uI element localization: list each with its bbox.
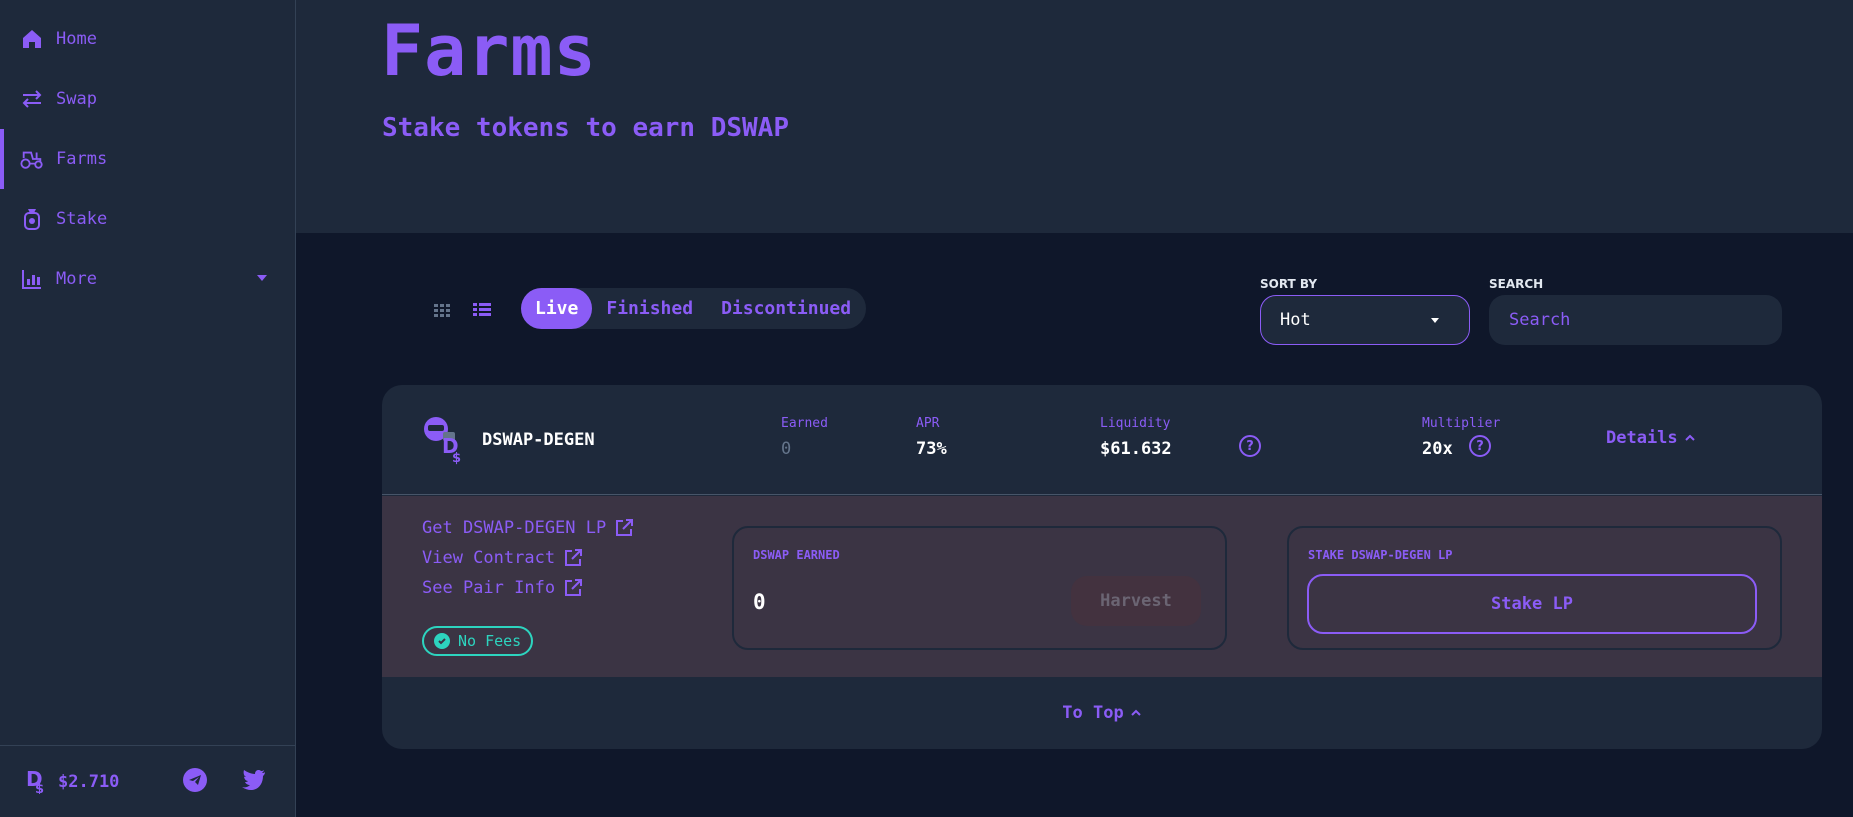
earned-value: 0 <box>781 439 792 459</box>
farm-token-icon: D $ <box>422 415 472 469</box>
twitter-icon[interactable] <box>242 768 266 792</box>
earned-panel-value: 0 <box>753 590 766 614</box>
sidebar-footer: D $ $2.710 <box>0 745 295 817</box>
home-icon <box>20 27 44 51</box>
stake-lp-button[interactable]: Stake LP <box>1307 574 1757 634</box>
details-label: Details <box>1606 428 1678 448</box>
token-price: $2.710 <box>58 771 120 792</box>
to-top-label: To Top <box>1062 703 1124 723</box>
view-contract-link[interactable]: View Contract <box>422 548 583 568</box>
farm-details-panel: Get DSWAP-DEGEN LP View Contract See Pai… <box>382 496 1822 677</box>
dswap-logo-icon: D $ <box>26 766 48 798</box>
swap-icon <box>20 87 44 111</box>
multiplier-value: 20x <box>1422 439 1453 459</box>
chevron-down-icon <box>1431 318 1439 323</box>
details-toggle[interactable]: Details <box>1606 428 1696 448</box>
farm-card: D $ DSWAP-DEGEN Earned 0 APR 73% Liquidit… <box>382 385 1822 749</box>
search-label: SEARCH <box>1489 277 1544 291</box>
chevron-up-icon <box>1130 707 1142 719</box>
sidebar-item-more[interactable]: More <box>0 249 295 309</box>
pair-info-link-label: See Pair Info <box>422 578 556 598</box>
get-lp-link-label: Get DSWAP-DEGEN LP <box>422 518 607 538</box>
farm-name: DSWAP-DEGEN <box>482 430 595 450</box>
stake-panel: STAKE DSWAP-DEGEN LP Stake LP <box>1287 526 1782 650</box>
farm-row[interactable]: D $ DSWAP-DEGEN Earned 0 APR 73% Liquidit… <box>382 385 1822 495</box>
tractor-icon <box>20 147 44 171</box>
sidebar-item-label: Home <box>56 29 97 49</box>
sidebar-item-label: Stake <box>56 209 108 229</box>
check-circle-icon <box>434 633 450 649</box>
external-link-icon <box>616 519 634 536</box>
no-fees-badge: No Fees <box>422 626 534 656</box>
sidebar-item-label: More <box>56 269 97 289</box>
question-icon[interactable]: ? <box>1239 435 1261 457</box>
view-contract-link-label: View Contract <box>422 548 556 568</box>
grid-view-icon[interactable] <box>432 300 452 320</box>
search-input[interactable] <box>1489 295 1782 345</box>
tab-live[interactable]: Live <box>521 288 593 329</box>
tab-discontinued[interactable]: Discontinued <box>707 288 865 329</box>
chevron-down-icon <box>257 275 267 281</box>
sidebar-item-home[interactable]: Home <box>0 9 295 69</box>
sort-select[interactable]: Hot <box>1260 295 1470 345</box>
sort-by-label: SORT BY <box>1260 277 1318 291</box>
telegram-icon[interactable] <box>183 768 207 792</box>
page-header: Farms Stake tokens to earn DSWAP <box>296 0 1853 233</box>
sidebar-item-swap[interactable]: Swap <box>0 69 295 129</box>
multiplier-label: Multiplier <box>1422 416 1501 431</box>
no-fees-label: No Fees <box>458 632 522 650</box>
stake-panel-label: STAKE DSWAP-DEGEN LP <box>1308 548 1453 562</box>
earned-panel-label: DSWAP EARNED <box>753 548 840 562</box>
sidebar-item-label: Swap <box>56 89 97 109</box>
chevron-up-icon <box>1684 432 1696 444</box>
question-icon[interactable]: ? <box>1469 435 1491 457</box>
sidebar-item-label: Farms <box>56 149 108 169</box>
list-view-icon[interactable] <box>472 300 492 320</box>
svg-text:$: $ <box>452 451 461 465</box>
harvest-button[interactable]: Harvest <box>1071 576 1201 626</box>
external-link-icon <box>565 579 583 596</box>
apr-value: 73% <box>916 439 947 459</box>
chart-icon <box>20 267 44 291</box>
sidebar-item-stake[interactable]: Stake <box>0 189 295 249</box>
tab-finished[interactable]: Finished <box>592 288 707 329</box>
page-subtitle: Stake tokens to earn DSWAP <box>382 113 789 143</box>
sidebar: Home Swap Farms Stake More D $ $2.710 <box>0 0 296 817</box>
svg-text:$: $ <box>35 782 44 794</box>
liquidity-label: Liquidity <box>1100 416 1171 431</box>
pot-icon <box>20 207 44 231</box>
to-top-button[interactable]: To Top <box>382 677 1822 749</box>
sort-select-value: Hot <box>1280 310 1311 330</box>
earned-panel: DSWAP EARNED 0 Harvest <box>732 526 1227 650</box>
page-title: Farms <box>381 10 597 92</box>
sidebar-item-farms[interactable]: Farms <box>0 129 295 189</box>
apr-label: APR <box>916 416 940 431</box>
get-lp-link[interactable]: Get DSWAP-DEGEN LP <box>422 518 634 538</box>
earned-label: Earned <box>781 416 828 431</box>
pair-info-link[interactable]: See Pair Info <box>422 578 583 598</box>
farm-status-tabs: Live Finished Discontinued <box>521 288 866 329</box>
external-link-icon <box>565 549 583 566</box>
liquidity-value: $61.632 <box>1100 439 1172 459</box>
